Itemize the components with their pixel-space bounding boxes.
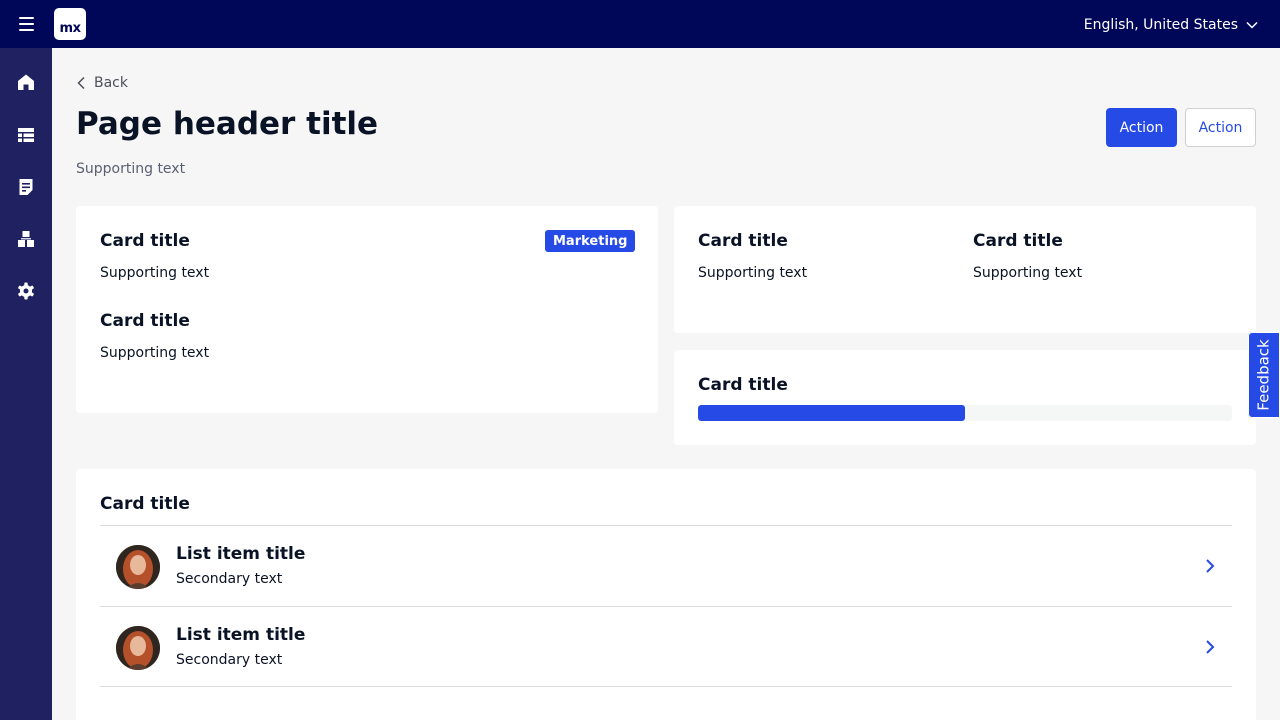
language-label: English, United States xyxy=(1083,17,1238,33)
marketing-badge: Marketing xyxy=(545,230,636,252)
back-link[interactable]: Back xyxy=(76,73,128,93)
back-label: Back xyxy=(94,75,128,91)
list-item[interactable]: List item title Secondary text xyxy=(100,606,1232,687)
card-supporting-text: Supporting text xyxy=(698,265,808,281)
home-icon xyxy=(18,74,34,90)
page-title: Page header title xyxy=(76,106,379,142)
feedback-tab[interactable]: Feedback xyxy=(1248,332,1280,418)
card-right-top: Card title Supporting text Card title Su… xyxy=(674,206,1256,333)
card-title: Card title xyxy=(698,375,788,395)
card-supporting-text: Supporting text xyxy=(100,265,210,281)
chevron-left-icon xyxy=(77,76,85,90)
sidebar-item-home[interactable] xyxy=(16,72,36,92)
chevron-right-icon xyxy=(1206,640,1215,654)
avatar xyxy=(116,626,160,670)
card-title: Card title xyxy=(100,231,190,251)
secondary-action-button[interactable]: Action xyxy=(1185,108,1256,147)
list-item-title: List item title xyxy=(176,544,306,564)
progress-bar-fill xyxy=(698,405,965,421)
document-icon xyxy=(19,179,33,195)
hamburger-menu-icon[interactable] xyxy=(17,16,37,32)
list-item-secondary-text: Secondary text xyxy=(176,652,283,668)
page-supporting-text: Supporting text xyxy=(76,161,186,177)
feedback-label: Feedback xyxy=(1255,339,1273,411)
card-supporting-text: Supporting text xyxy=(100,345,210,361)
sidebar-item-structure[interactable] xyxy=(16,229,36,249)
app-logo[interactable]: mx xyxy=(54,8,86,40)
sidebar-item-documents[interactable] xyxy=(16,177,36,197)
card-list: Card title List item title Secondary tex… xyxy=(76,469,1256,720)
list-item[interactable]: List item title Secondary text xyxy=(100,525,1232,606)
card-left: Card title Marketing Supporting text Car… xyxy=(76,206,658,413)
card-title: Card title xyxy=(698,231,788,251)
chevron-right-icon xyxy=(1206,559,1215,573)
settings-icon xyxy=(18,282,34,300)
list-item-title: List item title xyxy=(176,625,306,645)
primary-action-button[interactable]: Action xyxy=(1106,108,1177,147)
hierarchy-icon xyxy=(18,231,34,247)
sidebar-item-settings[interactable] xyxy=(16,281,36,301)
sidebar xyxy=(0,48,52,720)
progress-bar xyxy=(698,405,1232,421)
card-supporting-text: Supporting text xyxy=(973,265,1083,281)
card-title: Card title xyxy=(973,231,1063,251)
card-title: Card title xyxy=(100,311,190,331)
table-icon xyxy=(18,128,34,142)
avatar xyxy=(116,545,160,589)
language-selector[interactable]: English, United States xyxy=(1084,16,1258,34)
list-item-secondary-text: Secondary text xyxy=(176,571,283,587)
chevron-down-icon xyxy=(1246,21,1258,29)
top-bar: mx English, United States xyxy=(0,0,1280,48)
sidebar-item-tables[interactable] xyxy=(16,125,36,145)
card-title: Card title xyxy=(100,494,190,514)
card-progress: Card title xyxy=(674,350,1256,445)
